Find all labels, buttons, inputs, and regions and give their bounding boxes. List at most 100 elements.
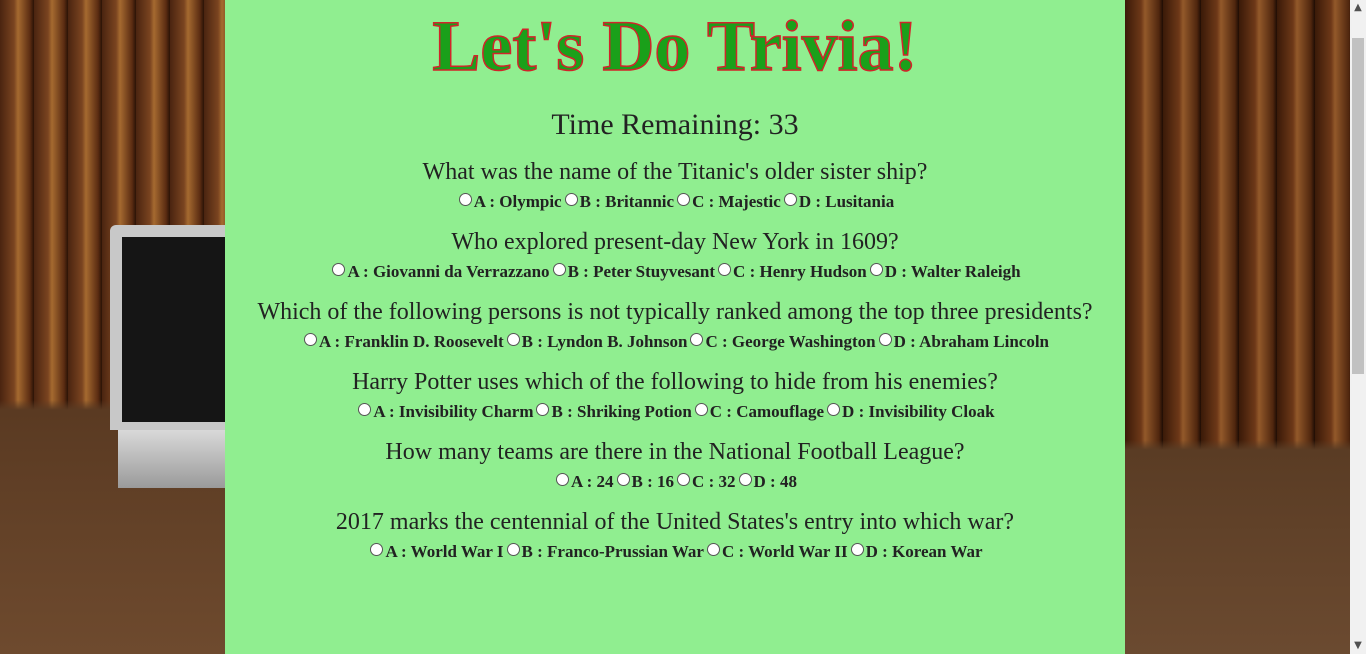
question-text: 2017 marks the centennial of the United … [335, 509, 1015, 535]
answer-option[interactable]: B : Lyndon B. Johnson [504, 332, 688, 351]
answer-option[interactable]: A : Franklin D. Roosevelt [301, 332, 504, 351]
answer-option[interactable]: C : Henry Hudson [715, 262, 867, 281]
radio-button-icon[interactable] [878, 333, 892, 346]
bookshelf-right [1125, 0, 1350, 654]
answer-label: A : World War I [385, 542, 504, 561]
answer-label: D : Lusitania [798, 192, 895, 211]
answer-option[interactable]: B : Franco-Prussian War [504, 542, 704, 561]
answer-label: C : Camouflage [709, 402, 825, 421]
question-1: What was the name of the Titanic's older… [225, 158, 1125, 212]
answer-label: C : World War II [721, 542, 848, 561]
trivia-panel: Let's Do Trivia! Time Remaining: 33 What… [225, 0, 1125, 654]
answer-options: A : Invisibility Charm B : Shriking Potio… [225, 402, 1125, 422]
answer-option[interactable]: C : Majestic [674, 192, 781, 211]
answer-option[interactable]: C : George Washington [687, 332, 876, 351]
question-3: Which of the following persons is not ty… [225, 298, 1125, 352]
answer-option[interactable]: D : 48 [736, 472, 797, 491]
answer-label: C : George Washington [705, 332, 876, 351]
answer-label: D : 48 [753, 472, 797, 491]
answer-option[interactable]: A : 24 [553, 472, 614, 491]
scroll-up-arrow-icon[interactable]: ▲ [1350, 0, 1366, 16]
laptop-base [118, 430, 225, 488]
question-6: 2017 marks the centennial of the United … [225, 508, 1125, 562]
answer-options: A : World War I B : Franco-Prussian War C … [225, 542, 1125, 562]
answer-label: A : Giovanni da Verrazzano [347, 262, 550, 281]
radio-button-icon[interactable] [718, 263, 732, 276]
question-text: Which of the following persons is not ty… [257, 299, 1093, 325]
answer-label: C : Majestic [692, 192, 781, 211]
answer-option[interactable]: A : Invisibility Charm [355, 402, 533, 421]
laptop-image [110, 225, 225, 430]
vertical-scrollbar[interactable]: ▲ ▼ [1350, 0, 1366, 654]
answer-label: D : Abraham Lincoln [893, 332, 1050, 351]
radio-button-icon[interactable] [827, 403, 841, 416]
radio-button-icon[interactable] [564, 193, 578, 206]
answer-label: A : Invisibility Charm [373, 402, 534, 421]
radio-button-icon[interactable] [690, 333, 704, 346]
radio-button-icon[interactable] [677, 193, 691, 206]
answer-label: B : Shriking Potion [551, 402, 692, 421]
answer-option[interactable]: B : 16 [614, 472, 675, 491]
answer-options: A : Olympic B : Britannic C : Majestic D : … [225, 192, 1125, 212]
answer-options: A : Franklin D. Roosevelt B : Lyndon B. J… [225, 332, 1125, 352]
radio-button-icon[interactable] [370, 543, 384, 556]
scrollbar-thumb[interactable] [1352, 38, 1364, 374]
answer-label: C : Henry Hudson [733, 262, 867, 281]
answer-option[interactable]: D : Korean War [848, 542, 983, 561]
answer-label: B : Britannic [579, 192, 675, 211]
radio-button-icon[interactable] [332, 263, 346, 276]
answer-option[interactable]: C : 32 [674, 472, 736, 491]
radio-button-icon[interactable] [552, 263, 566, 276]
answer-option[interactable]: A : Giovanni da Verrazzano [329, 262, 550, 281]
radio-button-icon[interactable] [738, 473, 752, 486]
question-4: Harry Potter uses which of the following… [225, 368, 1125, 422]
answer-option[interactable]: D : Lusitania [781, 192, 894, 211]
answer-option[interactable]: D : Invisibility Cloak [824, 402, 995, 421]
radio-button-icon[interactable] [536, 403, 550, 416]
question-5: How many teams are there in the National… [225, 438, 1125, 492]
answer-option[interactable]: A : Olympic [456, 192, 562, 211]
answer-label: D : Korean War [865, 542, 983, 561]
question-text: Who explored present-day New York in 160… [451, 229, 899, 255]
radio-button-icon[interactable] [616, 473, 630, 486]
answer-label: D : Walter Raleigh [884, 262, 1021, 281]
scroll-down-arrow-icon[interactable]: ▼ [1350, 638, 1366, 654]
answer-label: B : 16 [631, 472, 675, 491]
answer-label: A : Franklin D. Roosevelt [318, 332, 504, 351]
answer-label: D : Invisibility Cloak [842, 402, 995, 421]
question-text: Harry Potter uses which of the following… [352, 369, 998, 395]
radio-button-icon[interactable] [358, 403, 372, 416]
page-title: Let's Do Trivia! [432, 5, 919, 87]
radio-button-icon[interactable] [506, 543, 520, 556]
answer-option[interactable]: B : Britannic [562, 192, 674, 211]
answer-label: B : Franco-Prussian War [521, 542, 704, 561]
answer-option[interactable]: B : Peter Stuyvesant [550, 262, 715, 281]
answer-option[interactable]: C : Camouflage [692, 402, 824, 421]
radio-button-icon[interactable] [850, 543, 864, 556]
radio-button-icon[interactable] [303, 333, 317, 346]
radio-button-icon[interactable] [783, 193, 797, 206]
answer-option[interactable]: B : Shriking Potion [533, 402, 692, 421]
radio-button-icon[interactable] [506, 333, 520, 346]
question-text: What was the name of the Titanic's older… [422, 159, 928, 185]
radio-button-icon[interactable] [706, 543, 720, 556]
question-2: Who explored present-day New York in 160… [225, 228, 1125, 282]
radio-button-icon[interactable] [869, 263, 883, 276]
radio-button-icon[interactable] [458, 193, 472, 206]
answer-label: A : 24 [571, 472, 614, 491]
answer-label: B : Peter Stuyvesant [567, 262, 716, 281]
time-remaining: Time Remaining: 33 [551, 108, 799, 141]
radio-button-icon[interactable] [677, 473, 691, 486]
answer-option[interactable]: D : Walter Raleigh [867, 262, 1021, 281]
answer-option[interactable]: D : Abraham Lincoln [876, 332, 1049, 351]
answer-label: C : 32 [692, 472, 736, 491]
radio-button-icon[interactable] [556, 473, 570, 486]
radio-button-icon[interactable] [694, 403, 708, 416]
laptop-screen [122, 237, 225, 422]
answer-label: B : Lyndon B. Johnson [521, 332, 688, 351]
answer-option[interactable]: C : World War II [704, 542, 848, 561]
answer-options: A : Giovanni da Verrazzano B : Peter Stuy… [225, 262, 1125, 282]
answer-options: A : 24 B : 16 C : 32 D : 48 [225, 472, 1125, 492]
answer-option[interactable]: A : World War I [367, 542, 504, 561]
question-text: How many teams are there in the National… [385, 439, 965, 465]
